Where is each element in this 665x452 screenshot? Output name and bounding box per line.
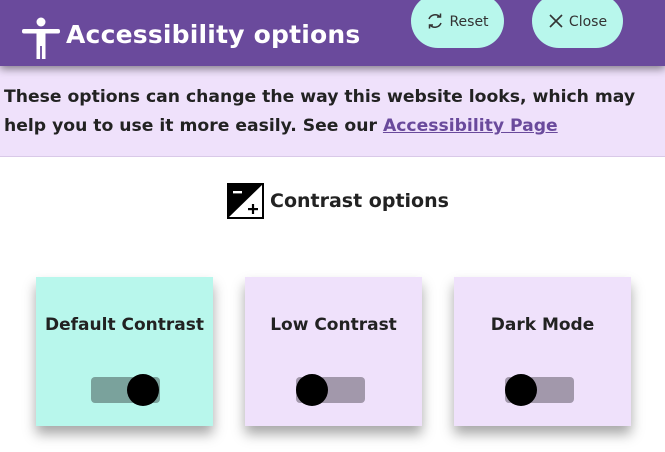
accessibility-person-icon [22, 17, 60, 59]
close-label: Close [568, 13, 608, 30]
option-label: Low Contrast [270, 315, 397, 335]
refresh-icon [428, 13, 443, 29]
low-contrast-option[interactable]: Low Contrast [245, 277, 422, 426]
toggle-knob[interactable] [505, 374, 537, 406]
option-label: Dark Mode [490, 315, 595, 335]
reset-button[interactable]: Reset [411, 0, 504, 48]
close-icon [549, 14, 563, 28]
reset-label: Reset [449, 13, 489, 30]
option-label: Default Contrast [45, 315, 204, 335]
close-button[interactable]: Close [532, 0, 623, 48]
contrast-section-title: Contrast options [227, 183, 449, 219]
contrast-title: Contrast options [270, 190, 449, 212]
dark-mode-option[interactable]: Dark Mode [454, 277, 631, 426]
info-banner: These options can change the way this we… [0, 66, 665, 157]
toggle-knob[interactable] [127, 374, 159, 406]
dialog-title: Accessibility options [66, 20, 361, 49]
contrast-icon [227, 183, 264, 219]
default-contrast-option[interactable]: Default Contrast [36, 277, 213, 426]
toggle-knob[interactable] [296, 374, 328, 406]
accessibility-page-link[interactable]: Accessibility Page [383, 116, 558, 136]
dialog-header: Accessibility options Reset Close [0, 0, 665, 66]
